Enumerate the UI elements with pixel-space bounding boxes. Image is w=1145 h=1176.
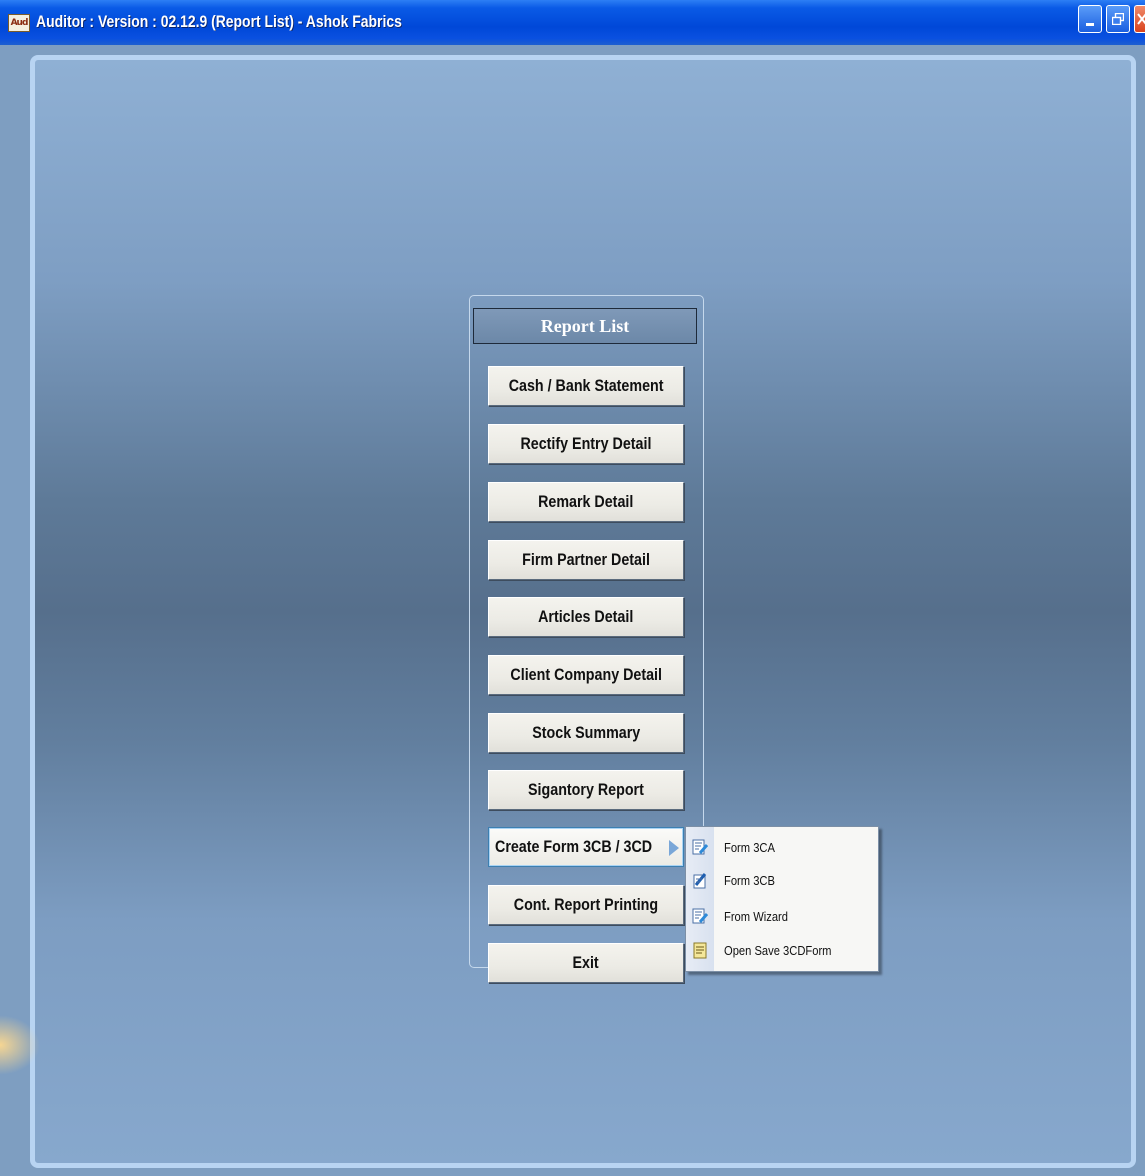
close-button[interactable] — [1134, 5, 1145, 33]
form-write-icon — [693, 873, 707, 889]
report-list-title: Report List — [473, 308, 697, 344]
wizard-icon — [692, 908, 708, 924]
cont-report-printing-button[interactable]: Cont. Report Printing — [488, 885, 684, 925]
rectify-entry-detail-button[interactable]: Rectify Entry Detail — [488, 424, 684, 464]
menu-item-from-wizard[interactable]: From Wizard — [686, 900, 878, 934]
firm-partner-detail-button[interactable]: Firm Partner Detail — [488, 540, 684, 580]
app-icon[interactable]: Aud — [8, 14, 30, 32]
window-title: Auditor : Version : 02.12.9 (Report List… — [36, 12, 402, 31]
create-form-submenu: Form 3CA Form 3CB From Wizard Open Save … — [685, 826, 879, 972]
remark-detail-button[interactable]: Remark Detail — [488, 482, 684, 522]
restore-button[interactable] — [1106, 5, 1130, 33]
client-company-detail-button[interactable]: Client Company Detail — [488, 655, 684, 695]
sigantory-report-button[interactable]: Sigantory Report — [488, 770, 684, 810]
cash-bank-statement-button[interactable]: Cash / Bank Statement — [488, 366, 684, 406]
menu-item-open-save-3cdform[interactable]: Open Save 3CDForm — [686, 934, 878, 968]
close-icon — [1136, 13, 1145, 25]
form-edit-icon — [692, 839, 708, 855]
submenu-arrow-icon — [669, 840, 679, 856]
restore-icon — [1112, 13, 1124, 25]
menu-item-form-3ca[interactable]: Form 3CA — [686, 831, 878, 865]
title-bar[interactable]: Aud Auditor : Version : 02.12.9 (Report … — [0, 0, 1145, 45]
saved-form-icon — [693, 942, 707, 959]
minimize-button[interactable] — [1078, 5, 1102, 33]
stock-summary-button[interactable]: Stock Summary — [488, 713, 684, 753]
exit-button[interactable]: Exit — [488, 943, 684, 983]
minimize-icon — [1086, 22, 1094, 26]
background-glow — [0, 1015, 40, 1075]
create-form-3cb-3cd-button[interactable]: Create Form 3CB / 3CD — [488, 827, 684, 867]
menu-item-form-3cb[interactable]: Form 3CB — [686, 864, 878, 898]
articles-detail-button[interactable]: Articles Detail — [488, 597, 684, 637]
